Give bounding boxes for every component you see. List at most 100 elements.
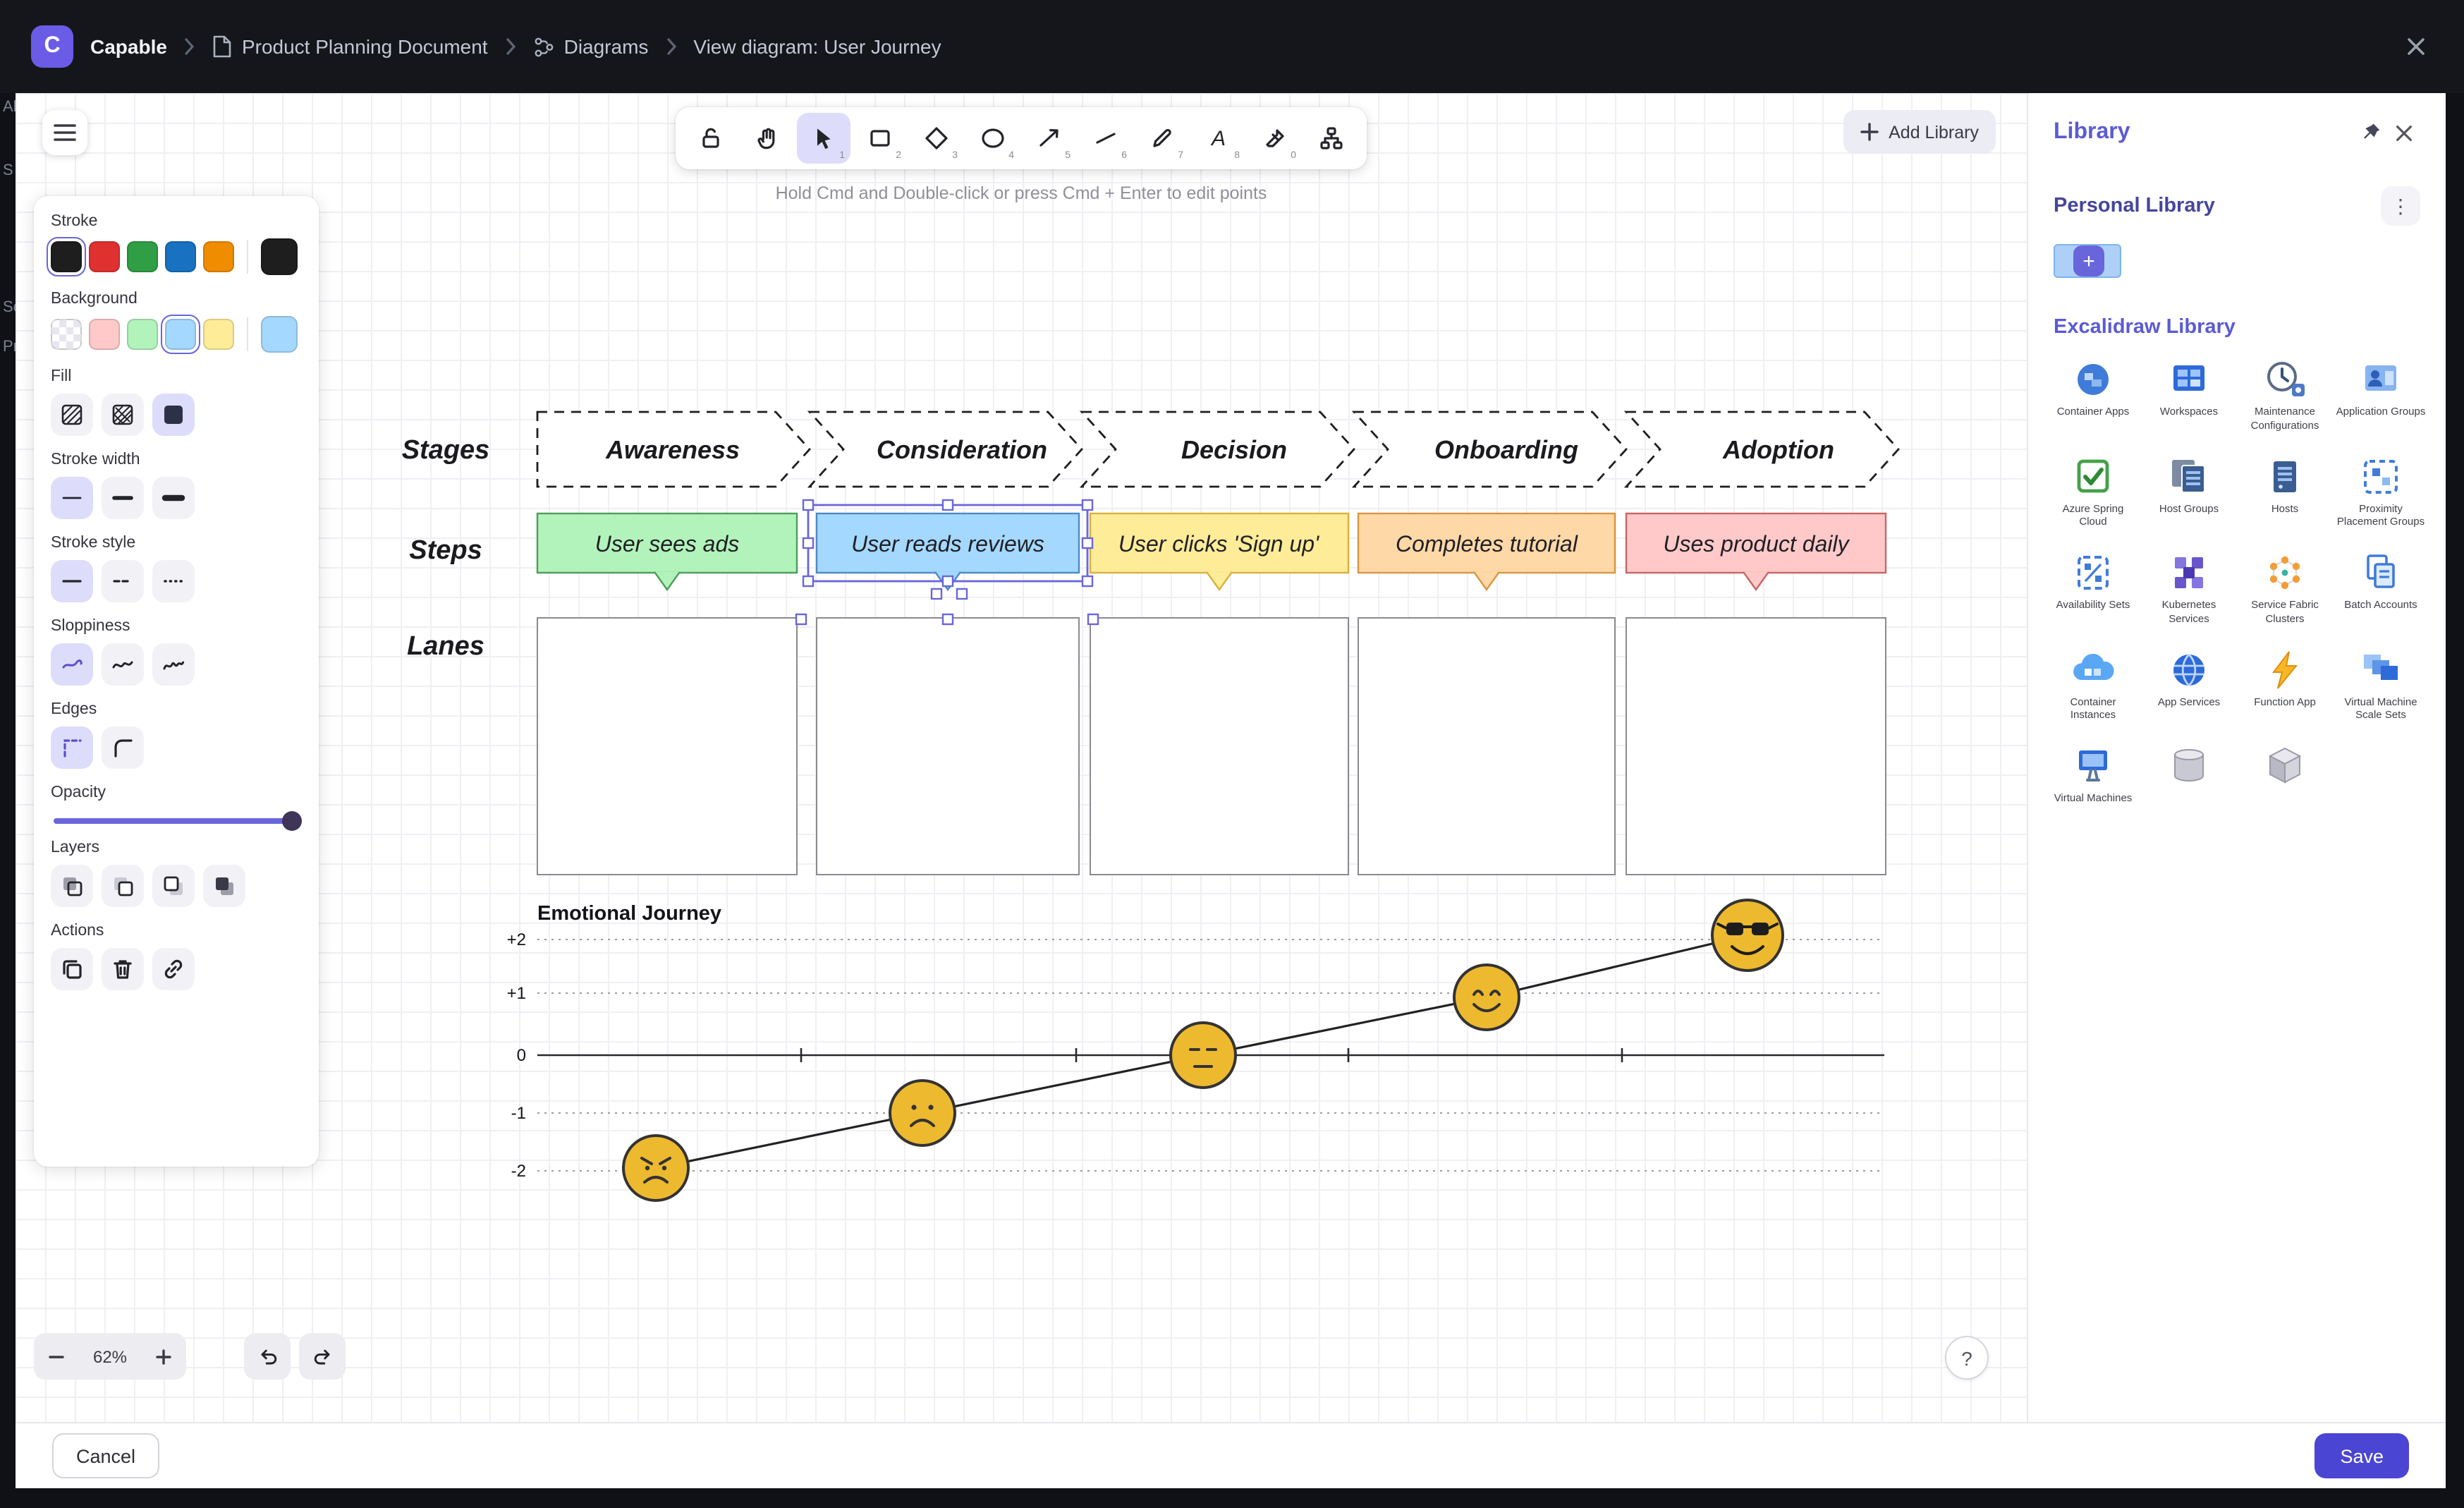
library-item-virtual-machines[interactable]: Virtual Machines <box>2048 745 2138 805</box>
selection-tool[interactable]: 1 <box>797 113 850 164</box>
personal-library-add-tile[interactable]: + <box>2054 240 2127 282</box>
send-backward-button[interactable] <box>102 865 144 907</box>
library-item-hosts[interactable]: Hosts <box>2240 455 2330 529</box>
library-item-availability-sets[interactable]: Availability Sets <box>2048 552 2138 626</box>
emoji-neutral[interactable] <box>1171 1023 1236 1088</box>
step-user-clicks-sign-up[interactable]: User clicks 'Sign up' <box>1090 513 1348 590</box>
redo-button[interactable] <box>299 1333 346 1380</box>
lane-consideration[interactable] <box>817 618 1079 875</box>
library-item-proximity-placement-groups[interactable]: Proximity Placement Groups <box>2336 455 2426 529</box>
emoji-cool[interactable] <box>1712 900 1783 971</box>
bg-color-green[interactable] <box>127 319 158 350</box>
step-completes-tutorial[interactable]: Completes tutorial <box>1358 513 1615 590</box>
cancel-button[interactable]: Cancel <box>52 1433 159 1478</box>
breadcrumb-diagrams[interactable]: Diagrams <box>533 35 649 58</box>
arrow-tool[interactable]: 5 <box>1023 113 1076 164</box>
text-tool[interactable]: A8 <box>1192 113 1245 164</box>
send-to-back-button[interactable] <box>51 865 93 907</box>
library-item-service-fabric-clusters[interactable]: Service Fabric Clusters <box>2240 552 2330 626</box>
sloppiness-cartoonist-button[interactable] <box>152 643 195 686</box>
help-button[interactable]: ? <box>1945 1336 1989 1380</box>
duplicate-button[interactable] <box>51 948 93 990</box>
stroke-width-thin-button[interactable] <box>51 477 93 519</box>
library-item-application-groups[interactable]: Application Groups <box>2336 358 2426 432</box>
close-library-button[interactable] <box>2388 116 2420 149</box>
lane-awareness[interactable] <box>537 618 797 875</box>
stroke-current-color[interactable] <box>261 238 298 275</box>
hand-tool[interactable] <box>740 113 794 164</box>
main-menu-button[interactable] <box>42 110 87 155</box>
stroke-color-green[interactable] <box>127 241 158 272</box>
stroke-style-dashed-button[interactable] <box>102 560 144 602</box>
edges-round-button[interactable] <box>102 726 144 769</box>
drawing-canvas[interactable]: Stages Steps Lanes <box>16 93 2027 1422</box>
zoom-out-button[interactable] <box>34 1333 79 1380</box>
library-item-maintenance-configurations[interactable]: Maintenance Configurations <box>2240 358 2330 432</box>
diamond-tool[interactable]: 3 <box>910 113 963 164</box>
library-item-azure-spring-cloud[interactable]: Azure Spring Cloud <box>2048 455 2138 529</box>
undo-button[interactable] <box>244 1333 291 1380</box>
stroke-style-solid-button[interactable] <box>51 560 93 602</box>
library-item-container-instances[interactable]: Container Instances <box>2048 648 2138 722</box>
sloppiness-architect-button[interactable] <box>51 643 93 686</box>
lane-decision[interactable] <box>1090 618 1348 875</box>
lane-adoption[interactable] <box>1626 618 1886 875</box>
delete-button[interactable] <box>102 948 144 990</box>
edges-sharp-button[interactable] <box>51 726 93 769</box>
stroke-color-blue[interactable] <box>165 241 196 272</box>
library-item-container-apps[interactable]: Container Apps <box>2048 358 2138 432</box>
zoom-level[interactable]: 62% <box>79 1346 141 1366</box>
stroke-style-dotted-button[interactable] <box>152 560 195 602</box>
breadcrumb-capable[interactable]: Capable <box>90 35 167 58</box>
bg-color-yellow[interactable] <box>203 319 234 350</box>
step-uses-product-daily[interactable]: Uses product daily <box>1626 513 1886 590</box>
library-item-function-app[interactable]: Function App <box>2240 648 2330 722</box>
library-item-host-groups[interactable]: Host Groups <box>2144 455 2234 529</box>
line-tool[interactable]: 6 <box>1079 113 1133 164</box>
rectangle-tool[interactable]: 2 <box>853 113 907 164</box>
breadcrumb-document[interactable]: Product Planning Document <box>212 35 488 58</box>
emoji-angry[interactable] <box>623 1136 688 1200</box>
stroke-width-bold-button[interactable] <box>102 477 144 519</box>
stroke-color-orange[interactable] <box>203 241 234 272</box>
fill-solid-button[interactable] <box>152 394 195 436</box>
emotional-journey-chart[interactable]: Emotional Journey +2 +1 0 - <box>507 900 1884 1200</box>
bg-color-pink[interactable] <box>89 319 120 350</box>
close-modal-button[interactable] <box>2399 30 2433 63</box>
library-item-cube[interactable] <box>2240 745 2330 805</box>
draw-tool[interactable]: 7 <box>1135 113 1189 164</box>
library-item-kubernetes-services[interactable]: Kubernetes Services <box>2144 552 2234 626</box>
lock-tool[interactable] <box>684 113 738 164</box>
sloppiness-artist-button[interactable] <box>102 643 144 686</box>
stroke-color-red[interactable] <box>89 241 120 272</box>
add-library-button[interactable]: Add Library <box>1843 110 1996 154</box>
library-item-batch-accounts[interactable]: Batch Accounts <box>2336 552 2426 626</box>
stroke-width-extrabold-button[interactable] <box>152 477 195 519</box>
save-button[interactable]: Save <box>2314 1433 2409 1478</box>
fill-crosshatch-button[interactable] <box>102 394 144 436</box>
bg-color-transparent[interactable] <box>51 319 82 350</box>
library-item-vm-scale-sets[interactable]: Virtual Machine Scale Sets <box>2336 648 2426 722</box>
emoji-happy[interactable] <box>1454 965 1519 1030</box>
fill-hachure-button[interactable] <box>51 394 93 436</box>
bg-current-color[interactable] <box>261 316 298 353</box>
personal-library-menu-button[interactable]: ⋮ <box>2381 186 2420 226</box>
more-shapes-tool[interactable] <box>1305 113 1358 164</box>
eraser-tool[interactable]: 0 <box>1248 113 1302 164</box>
add-to-library-button[interactable]: + <box>2073 245 2104 276</box>
bring-forward-button[interactable] <box>152 865 195 907</box>
opacity-slider[interactable] <box>54 818 299 824</box>
opacity-slider-knob[interactable] <box>282 811 302 831</box>
library-item-workspaces[interactable]: Workspaces <box>2144 358 2234 432</box>
zoom-in-button[interactable] <box>141 1333 186 1380</box>
step-user-sees-ads[interactable]: User sees ads <box>537 513 797 590</box>
pin-library-button[interactable] <box>2354 116 2388 150</box>
bg-color-blue[interactable] <box>165 319 196 350</box>
emoji-sad[interactable] <box>890 1081 955 1145</box>
lane-onboarding[interactable] <box>1358 618 1615 875</box>
link-button[interactable] <box>152 948 195 990</box>
ellipse-tool[interactable]: 4 <box>966 113 1020 164</box>
library-item-app-services[interactable]: App Services <box>2144 648 2234 722</box>
bring-to-front-button[interactable] <box>203 865 245 907</box>
library-item-cylinder[interactable] <box>2144 745 2234 805</box>
